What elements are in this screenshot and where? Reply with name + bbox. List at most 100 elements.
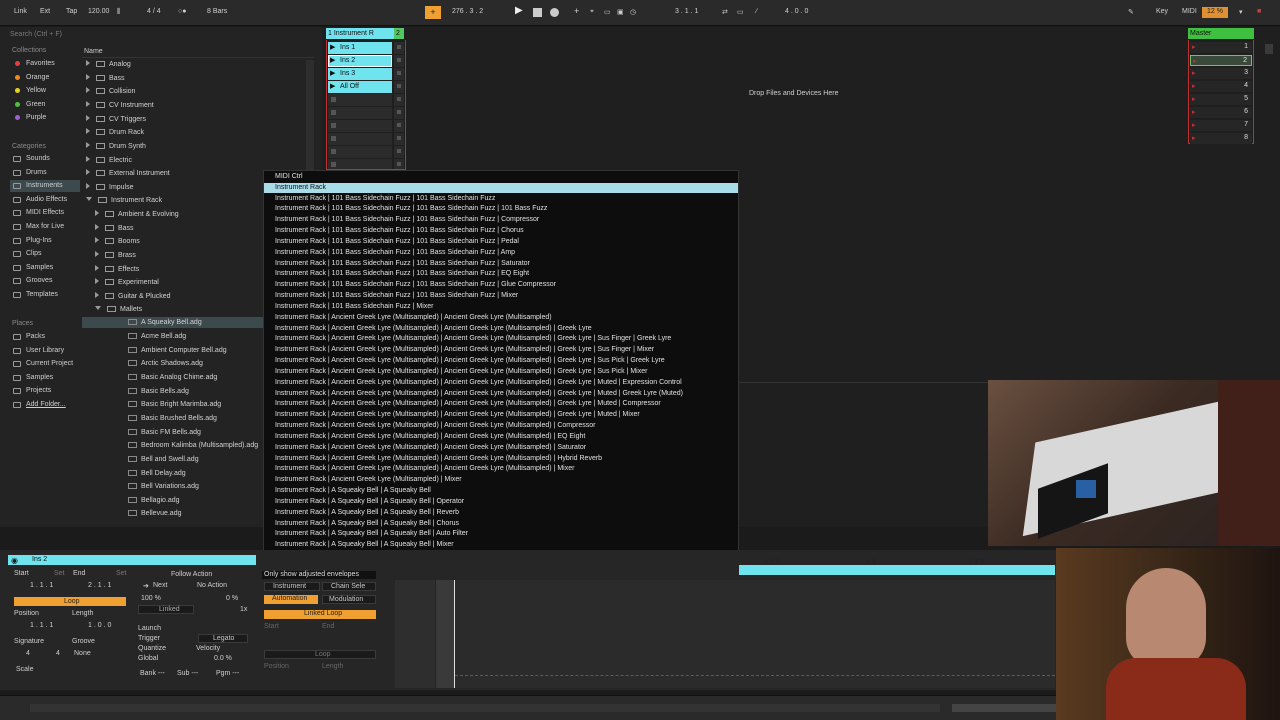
expand-right-icon[interactable]: [86, 100, 90, 107]
device-chooser-menu-item[interactable]: Instrument Rack | 101 Bass Sidechain Fuz…: [275, 280, 556, 290]
device-chooser-menu-item[interactable]: Instrument Rack | Ancient Greek Lyre (Mu…: [275, 367, 647, 377]
category-item[interactable]: Templates: [26, 291, 58, 298]
device-chooser-menu-item[interactable]: Instrument Rack | 101 Bass Sidechain Fuz…: [275, 204, 547, 214]
status-scrollbar[interactable]: [30, 704, 940, 712]
sub-bank-chooser[interactable]: Sub ---: [177, 670, 198, 677]
category-item[interactable]: Samples: [26, 264, 53, 271]
scene-launch-button[interactable]: ▸ 2: [1190, 55, 1252, 66]
bank-chooser[interactable]: Bank ---: [140, 670, 165, 677]
follow-chance-b[interactable]: 0 %: [226, 595, 238, 602]
play-icon[interactable]: ▶: [515, 5, 523, 16]
time-signature-field[interactable]: 4 / 4: [147, 8, 161, 15]
browser-folder[interactable]: Impulse: [86, 182, 134, 191]
category-item[interactable]: Max for Live: [26, 223, 64, 230]
length-field[interactable]: 1 . 0 . 0: [88, 622, 111, 629]
browser-folder[interactable]: Mallets: [95, 305, 142, 313]
browser-folder[interactable]: Booms: [95, 237, 140, 245]
ext-button[interactable]: Ext: [40, 8, 50, 15]
groove-menu[interactable]: None: [74, 650, 91, 657]
scene-play-icon[interactable]: ▸: [1192, 69, 1196, 77]
arrangement-position-field[interactable]: 276 . 3 . 2: [452, 8, 483, 15]
scene-launch-button[interactable]: ▸ 6: [1190, 107, 1252, 118]
browser-folder[interactable]: Bass: [86, 73, 125, 82]
clip-title-bar[interactable]: ◉ Ins 2: [8, 555, 256, 565]
tempo-field[interactable]: 120.00: [88, 8, 109, 15]
browser-preset[interactable]: A Squeaky Bell.adg: [104, 319, 202, 326]
start-field[interactable]: 1 . 1 . 1: [30, 582, 53, 589]
launch-mode-menu[interactable]: Trigger: [138, 635, 160, 642]
device-chooser-menu-item[interactable]: Instrument Rack | Ancient Greek Lyre (Mu…: [275, 378, 682, 388]
session-record-icon[interactable]: ▣: [617, 8, 624, 16]
place-item[interactable]: Packs: [26, 333, 45, 340]
expand-right-icon[interactable]: [95, 278, 99, 285]
master-track-header[interactable]: Master: [1188, 28, 1254, 39]
scale-toggle[interactable]: Scale: [16, 666, 34, 673]
expand-right-icon[interactable]: [95, 237, 99, 244]
program-chooser[interactable]: Pgm ---: [216, 670, 239, 677]
browser-preset[interactable]: Bell Delay.adg: [104, 469, 186, 477]
signature-numerator[interactable]: 4: [26, 650, 30, 657]
linked-loop-button[interactable]: Linked Loop: [264, 610, 376, 619]
loop-length-field[interactable]: 4 . 0 . 0: [785, 8, 808, 15]
modulation-tab[interactable]: Modulation: [322, 595, 376, 604]
device-chooser-menu-item[interactable]: Instrument Rack | Ancient Greek Lyre (Mu…: [275, 454, 602, 464]
device-chooser-menu-item[interactable]: Instrument Rack | A Squeaky Bell | A Squ…: [275, 519, 459, 529]
browser-preset[interactable]: Basic Brushed Bells.adg: [104, 414, 217, 422]
expand-right-icon[interactable]: [86, 87, 90, 94]
browser-preset[interactable]: Bedroom Kalimba (Multisampled).adg: [104, 442, 258, 449]
device-chooser-menu-item[interactable]: Instrument Rack | A Squeaky Bell | A Squ…: [275, 529, 468, 539]
follow-chance-a[interactable]: 100 %: [141, 595, 161, 602]
expand-right-icon[interactable]: [95, 223, 99, 230]
place-item[interactable]: Samples: [26, 374, 53, 381]
device-chooser-menu-item[interactable]: MIDI Ctrl: [275, 172, 303, 182]
expand-right-icon[interactable]: [86, 60, 90, 66]
browser-folder[interactable]: External Instrument: [86, 169, 170, 177]
device-chooser-menu-item[interactable]: Instrument Rack | Ancient Greek Lyre (Mu…: [275, 421, 595, 431]
device-chooser-menu-item[interactable]: Instrument Rack | 101 Bass Sidechain Fuz…: [275, 237, 519, 247]
scene-launch-button[interactable]: ▸ 4: [1190, 81, 1252, 92]
scene-launch-button[interactable]: ▸ 5: [1190, 94, 1252, 105]
device-chooser-menu-item[interactable]: Instrument Rack | Ancient Greek Lyre (Mu…: [275, 389, 683, 399]
overdub-icon[interactable]: +: [574, 6, 579, 16]
expand-down-icon[interactable]: [86, 196, 92, 201]
automation-arm-icon[interactable]: ⌖: [590, 8, 594, 16]
browser-folder[interactable]: Guitar & Plucked: [95, 292, 171, 300]
browser-folder[interactable]: Drum Rack: [86, 128, 144, 136]
expand-down-icon[interactable]: [95, 305, 101, 310]
browser-preset[interactable]: Basic Analog Chime.adg: [104, 373, 217, 381]
overview-handle[interactable]: [952, 704, 1056, 712]
clip-name[interactable]: Ins 2: [32, 556, 47, 563]
follow-action-a-menu[interactable]: Next: [153, 582, 167, 589]
scene-launch-button[interactable]: ▸ 3: [1190, 68, 1252, 79]
loop-switch-icon[interactable]: ▭: [737, 8, 744, 16]
browser-folder[interactable]: CV Triggers: [86, 114, 146, 123]
scene-play-icon[interactable]: ▸: [1192, 43, 1196, 51]
category-item[interactable]: MIDI Effects: [26, 209, 64, 216]
category-item[interactable]: Drums: [26, 169, 47, 176]
collection-item[interactable]: Purple: [26, 114, 46, 121]
device-chooser-menu-item[interactable]: Instrument Rack | 101 Bass Sidechain Fuz…: [275, 269, 529, 279]
legato-toggle[interactable]: Legato: [198, 634, 248, 643]
device-chooser-menu-item[interactable]: Instrument Rack | Ancient Greek Lyre (Mu…: [275, 475, 462, 485]
device-chooser-menu-item[interactable]: Instrument Rack | 101 Bass Sidechain Fuz…: [275, 302, 433, 312]
device-chooser-menu-item[interactable]: Instrument Rack | A Squeaky Bell | A Squ…: [275, 486, 431, 496]
browser-folder[interactable]: Drum Synth: [86, 141, 146, 150]
follow-multiplier[interactable]: 1x: [240, 606, 247, 613]
device-chooser-menu-item[interactable]: Instrument Rack | Ancient Greek Lyre (Mu…: [275, 410, 640, 420]
browser-folder[interactable]: Collision: [86, 87, 135, 95]
browser-preset[interactable]: Bellevue.adg: [104, 510, 181, 517]
env-filter-checkbox[interactable]: Only show adjusted envelopes: [262, 571, 376, 579]
browser-folder[interactable]: Analog: [86, 60, 131, 68]
place-item[interactable]: User Library: [26, 347, 64, 354]
loop-start-field[interactable]: 3 . 1 . 1: [675, 8, 698, 15]
device-chooser-menu-item[interactable]: Instrument Rack | Ancient Greek Lyre (Mu…: [275, 432, 585, 442]
device-chooser-menu-item[interactable]: Instrument Rack | A Squeaky Bell | A Squ…: [275, 508, 459, 518]
piano-roll-keys[interactable]: [395, 580, 435, 688]
place-item[interactable]: Current Project: [26, 360, 73, 367]
browser-folder[interactable]: Effects: [95, 264, 139, 273]
device-chooser-menu-item[interactable]: Instrument Rack | Ancient Greek Lyre (Mu…: [275, 324, 592, 334]
device-chooser-menu-item[interactable]: Instrument Rack | 101 Bass Sidechain Fuz…: [275, 291, 518, 301]
collection-item[interactable]: Favorites: [26, 60, 55, 67]
device-chooser-menu-item[interactable]: Instrument Rack | 101 Bass Sidechain Fuz…: [275, 194, 495, 204]
browser-folder[interactable]: Brass: [95, 251, 136, 259]
